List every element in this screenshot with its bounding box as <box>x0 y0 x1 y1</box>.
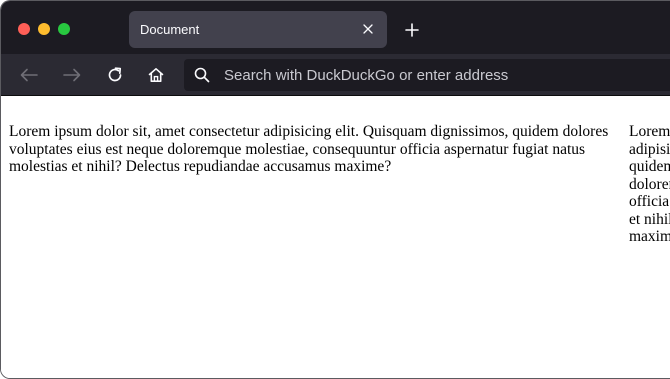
forward-arrow-icon[interactable] <box>60 63 84 87</box>
back-arrow-icon[interactable] <box>17 63 41 87</box>
tab-strip: Document <box>1 1 670 54</box>
text-columns: Lorem ipsum dolor sit, amet consectetur … <box>9 123 670 246</box>
window-zoom-button[interactable] <box>58 23 70 35</box>
paragraph-column-2: Lorem ipsum dolor sit, amet consectetur … <box>629 123 670 245</box>
close-tab-icon[interactable] <box>359 20 377 38</box>
tab-title: Document <box>140 22 200 37</box>
navigation-toolbar <box>1 54 670 96</box>
new-tab-plus-icon[interactable] <box>401 19 423 41</box>
address-bar[interactable] <box>184 59 670 91</box>
browser-window: Document Search with DuckDuckGo or enter… <box>0 0 670 379</box>
home-icon[interactable] <box>144 63 168 87</box>
search-icon <box>194 67 210 83</box>
tab-document[interactable]: Document <box>129 11 387 48</box>
address-input[interactable] <box>224 59 664 91</box>
page-content: Lorem ipsum dolor sit, amet consectetur … <box>1 97 670 378</box>
reload-icon[interactable] <box>103 63 127 87</box>
window-minimize-button[interactable] <box>38 23 50 35</box>
paragraph-column-1: Lorem ipsum dolor sit, amet consectetur … <box>9 123 609 175</box>
window-close-button[interactable] <box>18 23 30 35</box>
